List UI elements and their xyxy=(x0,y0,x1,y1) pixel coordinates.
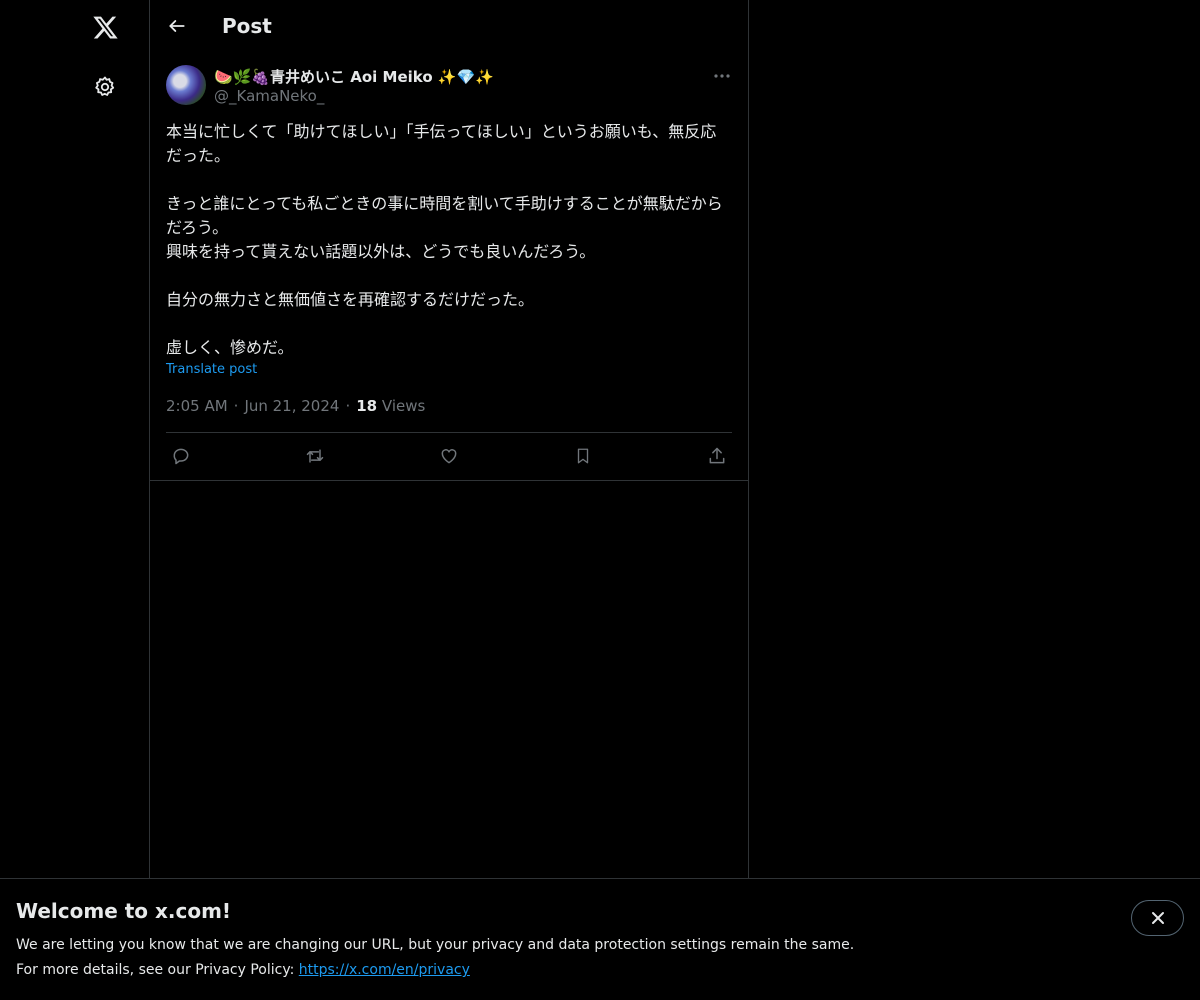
post-header: Post xyxy=(150,0,748,54)
reply-icon[interactable] xyxy=(170,445,192,467)
close-icon[interactable] xyxy=(1131,900,1184,936)
bookmark-icon[interactable] xyxy=(572,445,594,467)
gear-icon[interactable] xyxy=(89,71,121,103)
back-arrow-icon[interactable] xyxy=(162,11,192,41)
views-label: Views xyxy=(381,397,426,415)
privacy-policy-link[interactable]: https://x.com/en/privacy xyxy=(299,962,470,978)
post: 🍉🌿🍇青井めいこ Aoi Meiko ✨💎✨ @_KamaNeko_ 本当に忙し… xyxy=(150,54,748,481)
post-text: 本当に忙しくて「助けてほしい」「手伝ってほしい」というお願いも、無反応だった。 … xyxy=(166,122,723,357)
share-icon[interactable] xyxy=(706,445,728,467)
repost-icon[interactable] xyxy=(304,445,326,467)
welcome-banner: Welcome to x.com! We are letting you kno… xyxy=(0,878,1200,1000)
x-logo-icon[interactable] xyxy=(89,11,121,43)
like-icon[interactable] xyxy=(438,445,460,467)
translate-post-link[interactable]: Translate post xyxy=(166,362,257,377)
banner-title: Welcome to x.com! xyxy=(16,899,232,923)
banner-privacy-line: For more details, see our Privacy Policy… xyxy=(16,962,470,978)
more-options-icon[interactable] xyxy=(708,64,736,88)
sidebar xyxy=(0,0,150,878)
avatar[interactable] xyxy=(166,65,206,105)
author-handle[interactable]: @_KamaNeko_ xyxy=(214,87,324,105)
post-date[interactable]: Jun 21, 2024 xyxy=(244,397,339,415)
separator-dot: · xyxy=(233,397,239,415)
post-actions xyxy=(166,432,732,480)
separator-dot: · xyxy=(345,397,351,415)
post-time[interactable]: 2:05 AM xyxy=(166,397,228,415)
banner-privacy-prefix: For more details, see our Privacy Policy… xyxy=(16,962,299,978)
views-count: 18 xyxy=(356,397,378,415)
page-title: Post xyxy=(222,14,272,38)
author-display-name[interactable]: 🍉🌿🍇青井めいこ Aoi Meiko ✨💎✨ xyxy=(214,66,494,87)
post-meta: 2:05 AM · Jun 21, 2024 · 18 Views xyxy=(166,397,425,415)
banner-message: We are letting you know that we are chan… xyxy=(16,937,855,953)
main-column: Post 🍉🌿🍇青井めいこ Aoi Meiko ✨💎✨ @_KamaNeko_ … xyxy=(150,0,749,878)
